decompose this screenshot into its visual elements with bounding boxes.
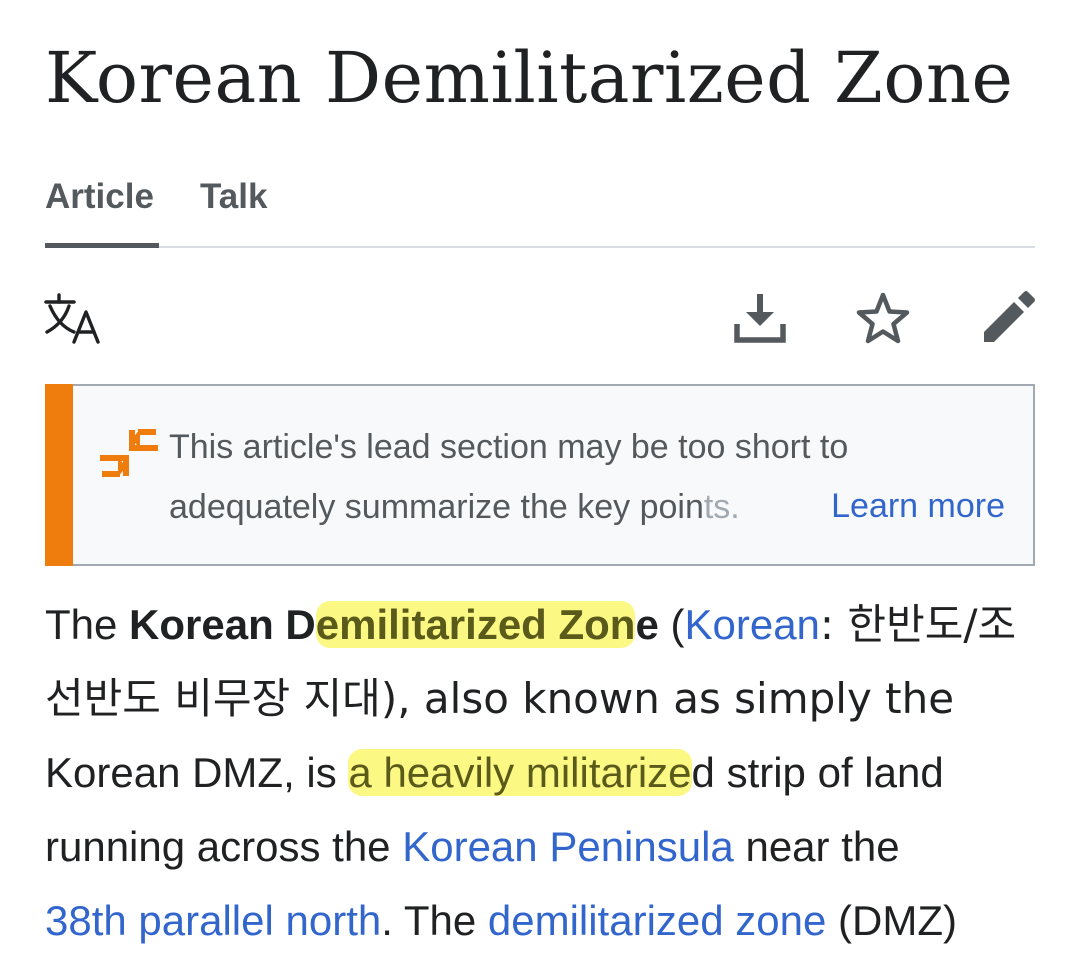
link-demilitarized-zone[interactable]: demilitarized zone — [488, 897, 827, 944]
download-icon[interactable] — [732, 290, 788, 346]
highlight-demilitarized-zone: emilitarized Zon — [315, 601, 636, 648]
active-tab-indicator — [45, 243, 159, 248]
page-title: Korean Demilitarized Zone — [45, 37, 1014, 119]
highlight-heavily-militarized: a heavily militarize — [348, 749, 692, 796]
edit-icon[interactable] — [980, 290, 1036, 346]
link-korean-peninsula[interactable]: Korean Peninsula — [402, 823, 734, 870]
page-tabs: Article Talk — [45, 165, 1035, 249]
star-icon[interactable] — [854, 290, 912, 348]
link-korean-language[interactable]: Korean — [684, 601, 819, 648]
lead-paragraph: The Korean Demilitarized Zone (Korean: 한… — [45, 600, 1017, 944]
notice-accent-bar — [45, 384, 73, 566]
tab-talk[interactable]: Talk — [200, 177, 267, 217]
lead-too-short-notice: This article's lead section may be too s… — [45, 384, 1035, 566]
link-38th-parallel-north[interactable]: 38th parallel north — [45, 897, 381, 944]
translate-icon[interactable] — [44, 292, 104, 344]
learn-more-link[interactable]: Learn more — [811, 476, 1005, 536]
lead-too-short-icon — [100, 429, 158, 477]
tab-article[interactable]: Article — [45, 177, 154, 217]
tabs-divider — [45, 246, 1035, 248]
